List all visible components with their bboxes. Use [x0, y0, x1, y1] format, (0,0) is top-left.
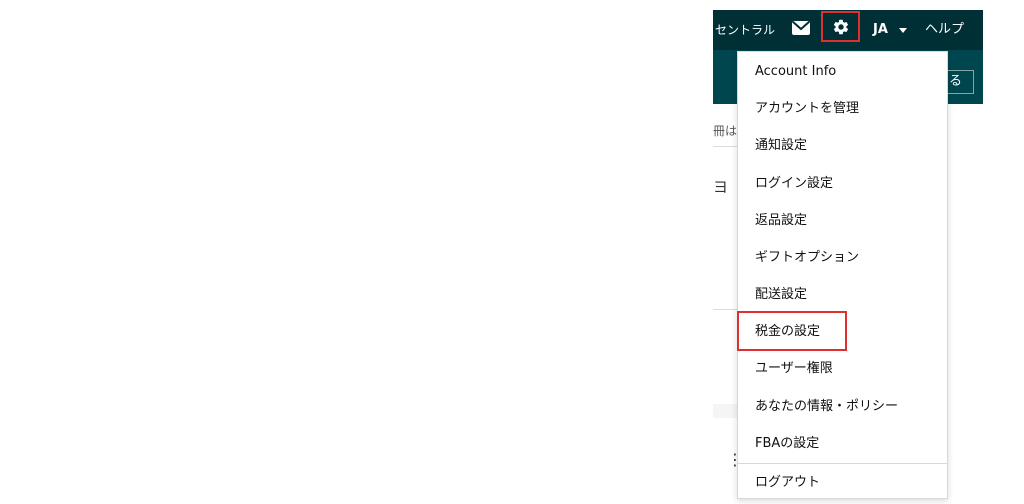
- language-selector[interactable]: JA: [873, 10, 888, 50]
- menu-item-account-info[interactable]: Account Info: [738, 53, 947, 90]
- settings-dropdown-menu: Account Info アカウントを管理 通知設定 ログイン設定 返品設定 ギ…: [737, 51, 948, 499]
- menu-item-return-settings[interactable]: 返品設定: [738, 202, 947, 239]
- menu-item-notification-settings[interactable]: 通知設定: [738, 127, 947, 164]
- breadcrumb-fragment: 冊は: [713, 124, 738, 138]
- menu-item-manage-account[interactable]: アカウントを管理: [738, 90, 947, 127]
- tax-settings-highlight-box: [737, 311, 847, 351]
- top-navigation-bar: セントラル JA ヘルプ: [713, 10, 983, 50]
- caret-down-icon[interactable]: [899, 28, 907, 33]
- mail-icon[interactable]: [792, 21, 810, 35]
- menu-item-login-settings[interactable]: ログイン設定: [738, 165, 947, 202]
- seller-central-label[interactable]: セントラル: [715, 10, 775, 50]
- menu-item-gift-options[interactable]: ギフトオプション: [738, 239, 947, 276]
- menu-item-shipping-settings[interactable]: 配送設定: [738, 276, 947, 313]
- menu-item-fba-settings[interactable]: FBAの設定: [738, 425, 947, 462]
- menu-item-user-permissions[interactable]: ユーザー権限: [738, 350, 947, 387]
- page-icon-fragment: ヨ: [713, 178, 729, 196]
- settings-button[interactable]: [821, 11, 860, 42]
- subbar-button[interactable]: る: [944, 70, 974, 94]
- menu-item-your-info-policies[interactable]: あなたの情報・ポリシー: [738, 388, 947, 425]
- menu-item-logout[interactable]: ログアウト: [738, 464, 947, 501]
- help-link[interactable]: ヘルプ: [925, 10, 964, 50]
- gear-icon: [833, 19, 848, 34]
